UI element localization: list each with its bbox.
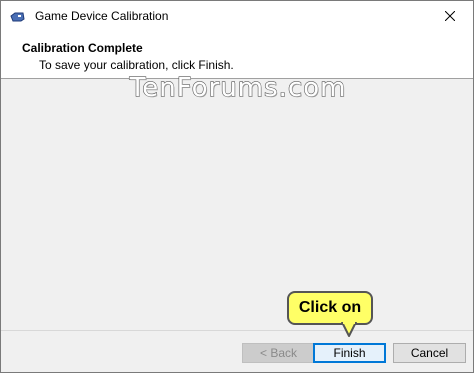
header-subtitle: To save your calibration, click Finish.	[39, 58, 234, 72]
calibration-dialog: Game Device Calibration Calibration Comp…	[0, 0, 474, 373]
content-area	[1, 79, 473, 330]
cancel-button[interactable]: Cancel	[393, 343, 466, 363]
game-controller-icon	[9, 10, 25, 23]
close-icon	[444, 8, 456, 26]
window-title: Game Device Calibration	[35, 9, 169, 23]
watermark: TenForums.com	[129, 72, 347, 103]
finish-button[interactable]: Finish	[313, 343, 386, 363]
annotation-callout: Click on	[287, 291, 373, 325]
header-title: Calibration Complete	[22, 41, 143, 55]
back-button[interactable]: < Back	[242, 343, 315, 363]
title-bar: Game Device Calibration	[1, 1, 473, 32]
footer-divider	[1, 330, 473, 331]
wizard-header: Calibration Complete To save your calibr…	[1, 32, 473, 79]
close-button[interactable]	[427, 1, 473, 32]
callout-pointer-icon	[341, 321, 357, 338]
